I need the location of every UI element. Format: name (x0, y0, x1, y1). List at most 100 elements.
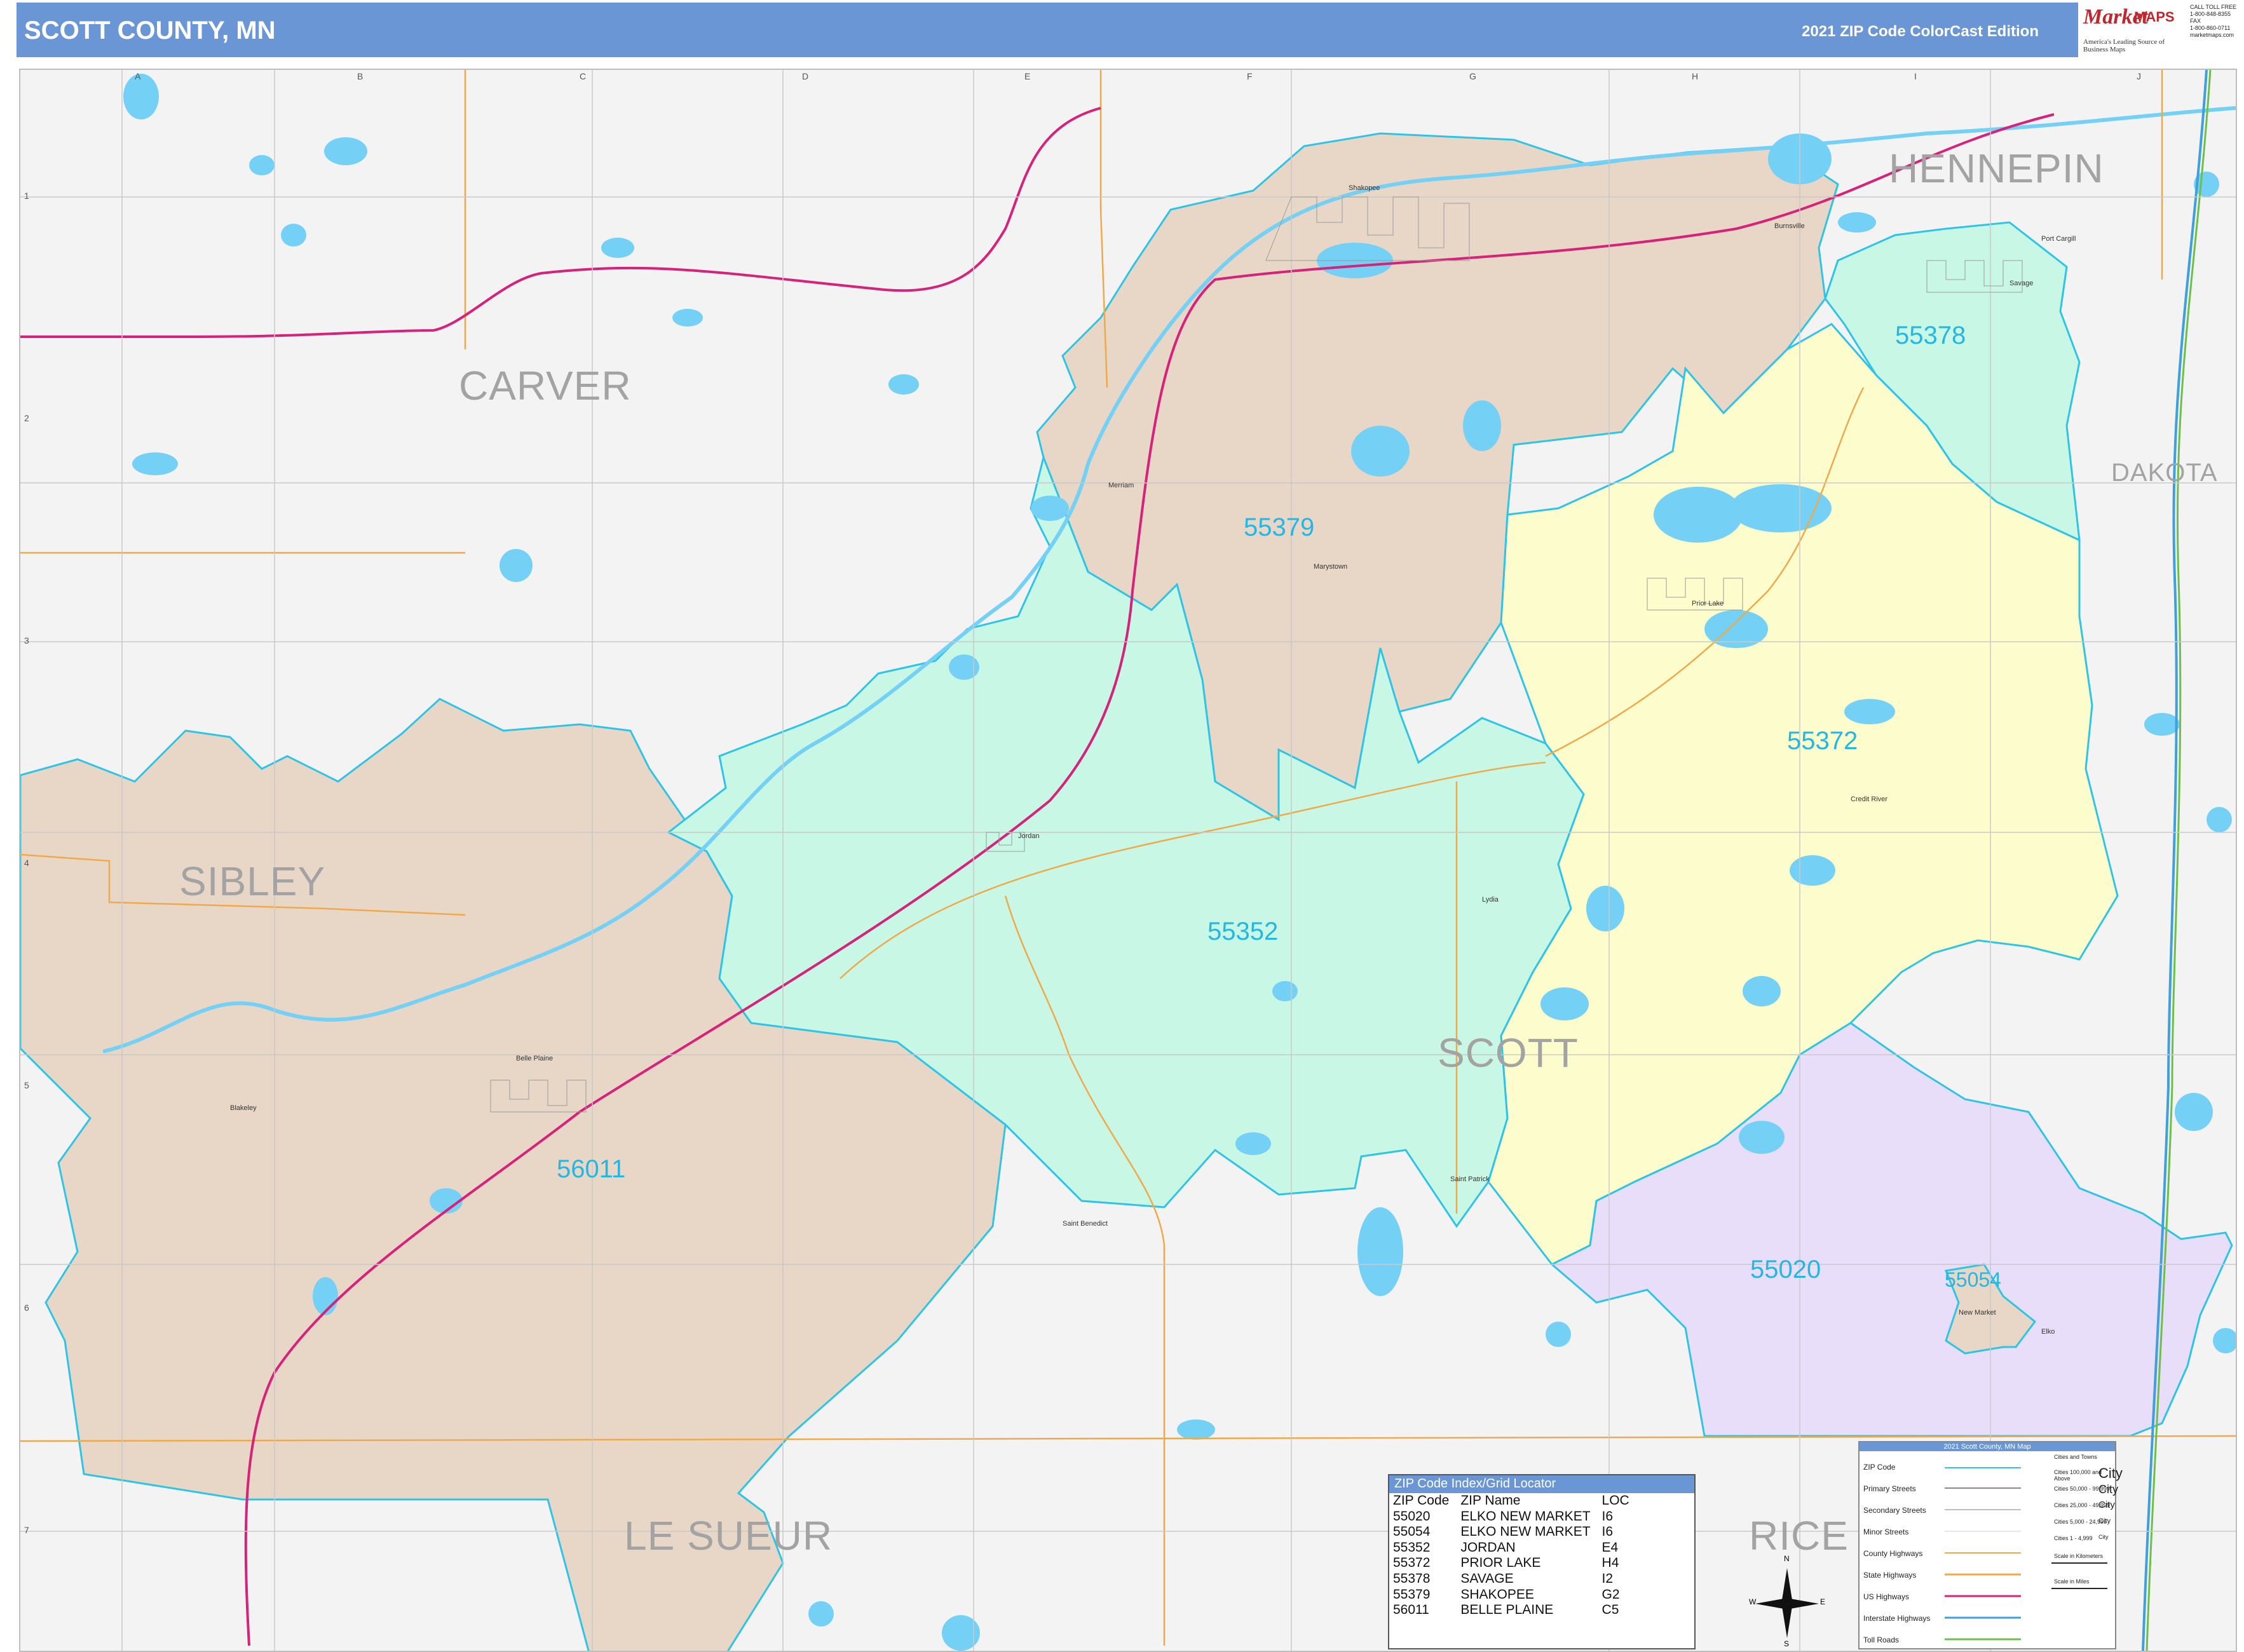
table-row[interactable]: 55379 SHAKOPEE G2 (1393, 1587, 1633, 1603)
table-row[interactable]: 55352 JORDAN E4 (1393, 1540, 1633, 1556)
brand-logo[interactable]: Market MAPS America's Leading Source of … (2078, 3, 2190, 57)
lake (601, 238, 634, 258)
lake (1586, 886, 1624, 931)
legend-city-sample: City (2098, 1517, 2111, 1525)
column-header: ZIP Name (1460, 1493, 1521, 1508)
town-label: Saint Patrick (1450, 1175, 1490, 1183)
loc-cell: I6 (1601, 1524, 1614, 1540)
table-row[interactable]: 55378 SAVAGE I2 (1393, 1571, 1633, 1587)
legend-city-size: Cities 1 - 4,999 (2054, 1535, 2093, 1541)
zip-cell: 55352 (1393, 1540, 1431, 1555)
interstate-35 (2142, 70, 2208, 1651)
loc-cell: I6 (1601, 1508, 1614, 1524)
phone-line: 1-800-848-8355 (2190, 11, 2231, 17)
legend-item: Toll Roads (1863, 1635, 1900, 1644)
town-label: Lydia (1482, 896, 1499, 904)
lake (1031, 496, 1069, 521)
table-row[interactable]: 55054 ELKO NEW MARKET I6 (1393, 1524, 1633, 1540)
compass-s: S (1784, 1639, 1790, 1648)
zip-label[interactable]: 55379 (1244, 513, 1314, 542)
grid-number: 2 (24, 413, 29, 423)
phone-line: marketmaps.com (2190, 32, 2234, 38)
zip-cell: 55020 (1393, 1508, 1431, 1524)
town-label: Jordan (1018, 832, 1040, 840)
town-label: Credit River (1851, 796, 1888, 803)
map-title: SCOTT COUNTY, MN (24, 17, 276, 44)
lake (1351, 426, 1410, 477)
lake (949, 654, 979, 680)
compass-e: E (1820, 1597, 1826, 1606)
zip-label[interactable]: 56011 (557, 1155, 625, 1184)
town-label: Belle Plaine (516, 1055, 554, 1062)
grid-letter: H (1692, 71, 1699, 81)
legend-city-sample: City (2098, 1500, 2115, 1510)
town-label: Port Cargill (2041, 235, 2076, 243)
zip-index-title: ZIP Code Index/Grid Locator (1389, 1475, 1694, 1493)
town-label: New Market (1959, 1309, 1996, 1317)
loc-cell: G2 (1601, 1587, 1620, 1602)
lake (1546, 1322, 1571, 1347)
map-canvas[interactable]: A B C D E F G H I J 1 2 3 4 5 6 7 CARVER… (19, 69, 2237, 1652)
name-cell: SAVAGE (1460, 1571, 1514, 1586)
zip-label[interactable]: 55372 (1787, 727, 1858, 755)
compass-n: N (1784, 1554, 1790, 1563)
lake (1838, 212, 1876, 233)
county-label-rice: RICE (1749, 1513, 1849, 1559)
town-label: Savage (2009, 280, 2034, 287)
legend-swatches (1945, 1467, 2021, 1641)
legend-item: County Highways (1863, 1549, 1923, 1558)
lake (249, 155, 275, 175)
legend-city-sample: City (2098, 1465, 2123, 1481)
lake (2213, 1328, 2236, 1353)
legend-item: State Highways (1863, 1571, 1917, 1580)
grid-letter: D (802, 71, 809, 81)
lake (672, 309, 703, 327)
zip-cell: 55378 (1393, 1571, 1431, 1586)
table-row[interactable]: 56011 BELLE PLAINE C5 (1393, 1602, 1633, 1618)
legend-item: Interstate Highways (1863, 1614, 1931, 1623)
loc-cell: H4 (1601, 1555, 1619, 1571)
lake (1272, 981, 1298, 1001)
lake (123, 74, 159, 119)
grid-letter: E (1024, 71, 1031, 81)
zip-cell: 56011 (1393, 1602, 1429, 1618)
table-header-row: ZIP Code ZIP Name LOC (1393, 1493, 1633, 1509)
town-label: Saint Benedict (1063, 1220, 1108, 1228)
lake (132, 452, 178, 475)
brand-maps-text: MAPS (2134, 9, 2175, 25)
zip-cell: 55372 (1393, 1555, 1431, 1571)
zip-index-grid: ZIP Code ZIP Name LOC 55020 ELKO NEW MARK… (1393, 1493, 1633, 1618)
lake (324, 137, 367, 165)
loc-cell: I2 (1601, 1571, 1614, 1586)
zip-label[interactable]: 55054 (1945, 1268, 2001, 1292)
lake (1463, 400, 1501, 451)
town-label: Blakeley (230, 1104, 257, 1112)
zip-label[interactable]: 55020 (1750, 1256, 1821, 1284)
legend-item: ZIP Code (1863, 1463, 1896, 1472)
title-bar: SCOTT COUNTY, MN 2021 ZIP Code ColorCast… (17, 3, 2083, 57)
table-row[interactable]: 55372 PRIOR LAKE H4 (1393, 1555, 1633, 1571)
table-row[interactable]: 55020 ELKO NEW MARKET I6 (1393, 1509, 1633, 1525)
lake (808, 1601, 834, 1627)
column-header: ZIP Code (1393, 1493, 1450, 1508)
contact-info: CALL TOLL FREE 1-800-848-8355 FAX 1-800-… (2190, 4, 2241, 55)
grid-number: 1 (24, 191, 29, 201)
grid-number: 3 (24, 635, 29, 646)
lake (2207, 807, 2232, 832)
town-label: Merriam (1108, 482, 1134, 489)
grid-letter: J (2137, 71, 2141, 81)
grid-letter: G (1469, 71, 1476, 81)
name-cell: PRIOR LAKE (1460, 1555, 1541, 1571)
lake (1357, 1207, 1403, 1296)
zip-label[interactable]: 55378 (1895, 322, 1966, 350)
lake (1739, 1121, 1785, 1154)
loc-cell: C5 (1601, 1602, 1619, 1618)
name-cell: JORDAN (1460, 1540, 1516, 1555)
legend-item: Secondary Streets (1863, 1506, 1926, 1515)
zip-label[interactable]: 55352 (1207, 917, 1278, 946)
legend-city-sample: City (2098, 1483, 2118, 1496)
town-label: Shakopee (1349, 184, 1380, 192)
legend-scale-km: Scale in Kilometers (2054, 1553, 2104, 1559)
phone-line: FAX (2190, 18, 2201, 24)
town-label: Prior Lake (1692, 600, 1724, 607)
